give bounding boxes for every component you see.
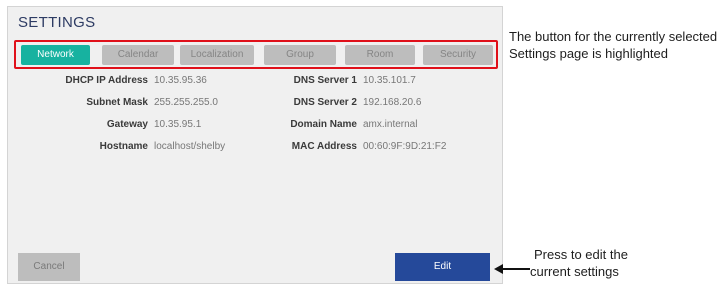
tab-localization[interactable]: Localization	[180, 45, 254, 65]
dns-server-2-label: DNS Server 2	[293, 97, 357, 108]
mac-address-value: 00:60:9F:9D:21:F2	[363, 141, 447, 152]
edit-annotation-line1: Press to edit the	[534, 247, 628, 262]
mac-address-label: MAC Address	[291, 141, 357, 152]
hostname-value: localhost/shelby	[154, 141, 226, 152]
edit-annotation: Press to edit the current settings	[530, 246, 700, 280]
tabs-annotation: The button for the currently selected Se…	[509, 29, 718, 61]
settings-panel: SETTINGS Network Calendar Localization G…	[7, 6, 503, 284]
tab-calendar[interactable]: Calendar	[102, 45, 174, 65]
dns-server-2-value: 192.168.20.6	[363, 97, 422, 108]
tab-group[interactable]: Group	[264, 45, 336, 65]
page-title: SETTINGS	[18, 14, 96, 31]
edit-button[interactable]: Edit	[395, 253, 490, 281]
tab-room[interactable]: Room	[345, 45, 415, 65]
hostname-label: Hostname	[99, 141, 148, 152]
left-arrow-icon	[494, 264, 530, 274]
cancel-button[interactable]: Cancel	[18, 253, 80, 281]
gateway-value: 10.35.95.1	[154, 119, 202, 130]
tab-network[interactable]: Network	[21, 45, 90, 65]
tab-security[interactable]: Security	[423, 45, 493, 65]
domain-name-label: Domain Name	[290, 119, 357, 130]
dns-server-1-label: DNS Server 1	[293, 75, 357, 86]
subnet-mask-label: Subnet Mask	[86, 97, 148, 108]
domain-name-value: amx.internal	[363, 119, 418, 130]
edit-annotation-line2: current settings	[530, 264, 619, 279]
dhcp-ip-label: DHCP IP Address	[65, 75, 148, 86]
gateway-label: Gateway	[106, 119, 148, 130]
subnet-mask-value: 255.255.255.0	[154, 97, 218, 108]
dhcp-ip-value: 10.35.95.36	[154, 75, 207, 86]
dns-server-1-value: 10.35.101.7	[363, 75, 416, 86]
